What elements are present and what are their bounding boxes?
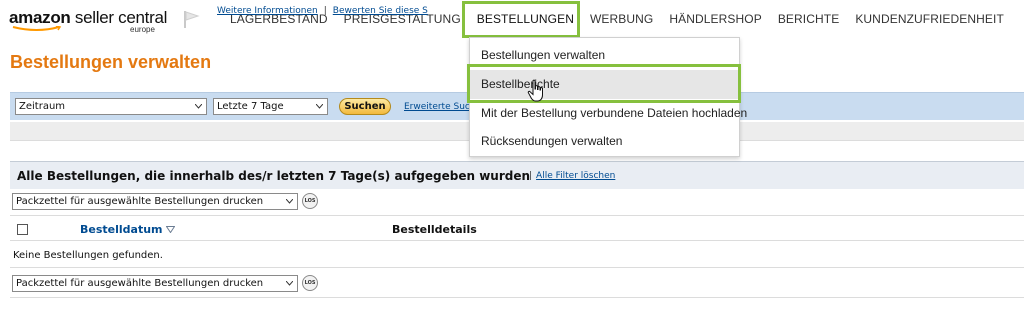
logo-amazon-text: amazon — [9, 8, 71, 27]
link-separator: | — [323, 6, 327, 16]
menu-item-manage-returns[interactable]: Rücksendungen verwalten — [470, 127, 739, 156]
chevron-down-icon — [316, 104, 323, 109]
bulk-action-select-bottom[interactable]: Packzettel für ausgewählte Bestellungen … — [12, 275, 298, 292]
nav-item-kundenzufriedenheit[interactable]: KUNDENZUFRIEDENHEIT — [847, 0, 1012, 38]
more-info-link[interactable]: Weitere Informationen — [217, 6, 318, 16]
go-button-bottom[interactable]: LOS — [302, 275, 318, 291]
time-range-select[interactable]: Zeitraum — [15, 98, 207, 115]
advanced-search-link[interactable]: Erweiterte Such — [404, 102, 476, 112]
page-header: Bestellungen verwalten — [10, 52, 211, 74]
bulk-action-select-top-value: Packzettel für ausgewählte Bestellungen … — [16, 196, 264, 207]
nav-item-werbung[interactable]: WERBUNG — [582, 0, 661, 38]
chevron-down-icon — [286, 199, 293, 204]
menu-item-highlight — [467, 64, 741, 103]
time-range-select-value: Zeitraum — [19, 101, 66, 112]
nav-item-haendlershop[interactable]: HÄNDLERSHOP — [661, 0, 769, 38]
chevron-down-icon — [286, 281, 293, 286]
nav-item-berichte[interactable]: BERICHTE — [770, 0, 847, 38]
period-select[interactable]: Letzte 7 Tage — [213, 98, 328, 115]
hand-cursor-icon — [527, 79, 543, 102]
table-divider — [10, 215, 1024, 216]
amazon-smile-icon — [12, 26, 62, 31]
clear-filters-container: | Alle Filter löschen — [529, 171, 615, 181]
bulk-action-select-top[interactable]: Packzettel für ausgewählte Bestellungen … — [12, 193, 298, 210]
column-header-order-date-label: Bestelldatum — [80, 223, 163, 236]
search-button[interactable]: Suchen — [339, 98, 391, 115]
table-divider — [10, 240, 1024, 241]
flag-icon[interactable] — [181, 9, 201, 29]
go-button-top[interactable]: LOS — [302, 193, 318, 209]
period-select-value: Letzte 7 Tage — [217, 101, 284, 112]
column-header-order-details: Bestelldetails — [392, 223, 477, 236]
active-tab-highlight — [462, 1, 580, 38]
heading-separator: | — [529, 171, 533, 181]
column-header-order-date[interactable]: Bestelldatum — [80, 223, 175, 236]
table-divider — [10, 267, 1024, 268]
select-all-checkbox[interactable] — [17, 224, 28, 235]
rate-page-link[interactable]: Bewerten Sie diese S — [333, 6, 428, 16]
seller-central-logo[interactable]: amazon seller central europe — [9, 8, 167, 34]
logo-region-text: europe — [130, 25, 155, 34]
orders-section-header: Alle Bestellungen, die innerhalb des/r l… — [10, 161, 1024, 189]
table-divider — [10, 297, 1024, 298]
sort-down-icon — [165, 226, 175, 233]
chevron-down-icon — [195, 104, 202, 109]
page-title: Bestellungen verwalten — [10, 52, 212, 72]
orders-heading: Alle Bestellungen, die innerhalb des/r l… — [17, 169, 531, 183]
clear-filters-link[interactable]: Alle Filter löschen — [536, 171, 615, 181]
empty-state-message: Keine Bestellungen gefunden. — [13, 250, 163, 261]
menu-item-upload-order-files[interactable]: Mit der Bestellung verbundene Dateien ho… — [470, 99, 747, 128]
bulk-action-select-bottom-value: Packzettel für ausgewählte Bestellungen … — [16, 278, 264, 289]
title-links: Weitere Informationen | Bewerten Sie diese… — [217, 6, 428, 16]
